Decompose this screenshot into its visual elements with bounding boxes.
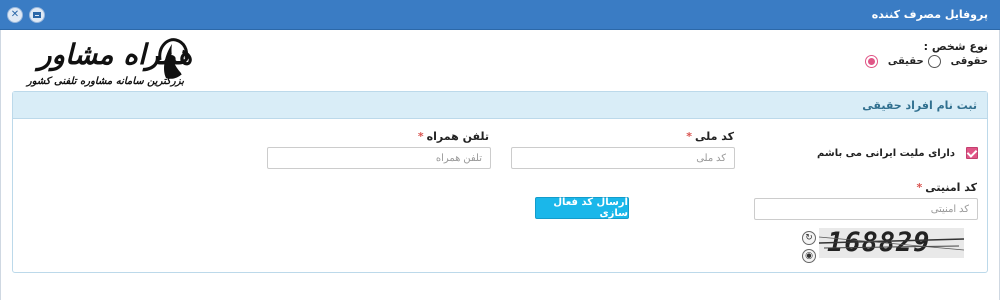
mobile-label-text: تلفن همراه <box>426 130 489 143</box>
required-mark: * <box>916 181 923 194</box>
brand-logo: همراه مشاور بزرگترین سامانه مشاوره تلفنی… <box>12 36 197 92</box>
iranian-citizen-label[interactable]: دارای ملیت ایرانی می باشم <box>817 148 955 159</box>
required-mark: * <box>417 130 424 143</box>
national-code-label: کد ملی* <box>686 130 734 143</box>
radio-individual-label[interactable]: حقیقی <box>888 56 924 67</box>
mobile-input[interactable] <box>267 147 491 169</box>
send-activation-code-button[interactable]: ارسال کد فعال سازی <box>535 197 629 219</box>
mobile-label: تلفن همراه* <box>418 130 489 143</box>
panel-header: ثبت نام افراد حقیقی <box>13 92 987 119</box>
close-icon[interactable]: ✕ <box>7 7 23 23</box>
window-title: پروفایل مصرف کننده <box>871 8 988 21</box>
security-code-label: کد امنیتی* <box>916 181 977 194</box>
radio-legal[interactable] <box>927 55 941 68</box>
captcha-image: 168829 <box>819 228 964 258</box>
captcha-noise <box>819 236 964 251</box>
national-code-label-text: کد ملی <box>694 130 734 143</box>
captcha-refresh-icon[interactable]: ↻ <box>802 231 816 245</box>
maximize-icon[interactable] <box>29 7 45 23</box>
window-titlebar: ✕ پروفایل مصرف کننده <box>0 0 1000 30</box>
security-code-input[interactable] <box>754 198 978 220</box>
security-code-label-text: کد امنیتی <box>925 181 977 194</box>
captcha-audio-icon[interactable]: ◉ <box>802 249 816 263</box>
radio-legal-label[interactable]: حقوقی <box>951 56 988 67</box>
national-code-input[interactable] <box>511 147 735 169</box>
logo-tagline: بزرگترین سامانه مشاوره تلفنی کشور <box>26 76 184 87</box>
iranian-citizen-checkbox[interactable] <box>966 147 978 159</box>
registration-panel: ثبت نام افراد حقیقی دارای ملیت ایرانی می… <box>12 91 988 273</box>
required-mark: * <box>686 130 692 143</box>
person-type-label: نوع شخص : <box>923 40 988 53</box>
radio-individual[interactable] <box>864 55 878 68</box>
person-type-options: حقیقی حقوقی <box>864 55 988 68</box>
panel-title: ثبت نام افراد حقیقی <box>862 99 977 112</box>
logo-brand-text: همراه مشاور <box>38 38 193 71</box>
